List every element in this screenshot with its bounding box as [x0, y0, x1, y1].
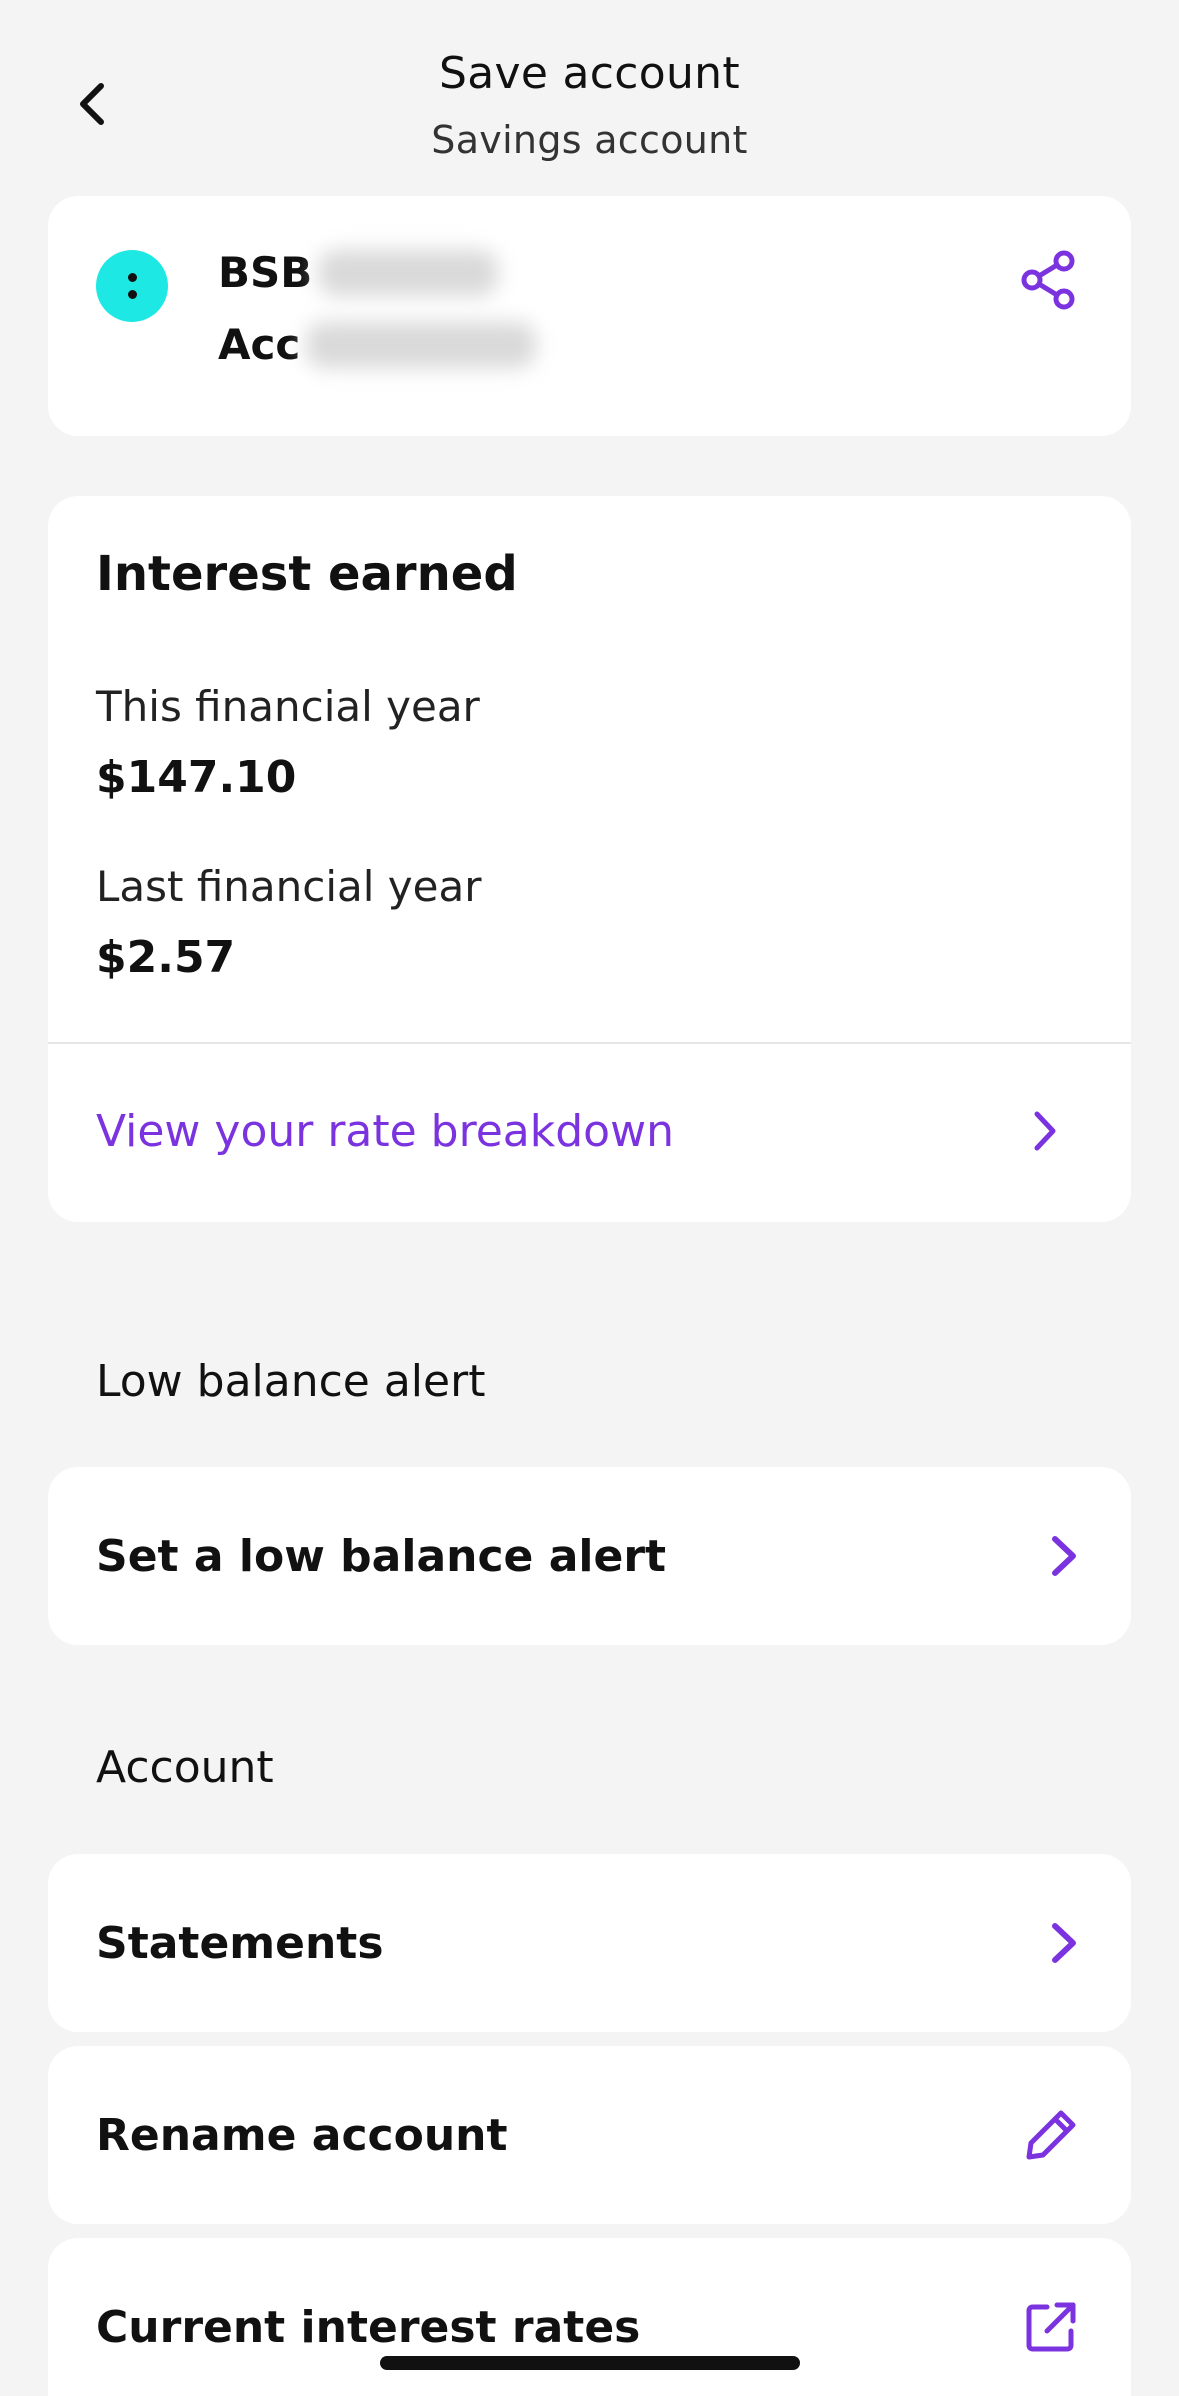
this-year-label: This financial year	[96, 682, 480, 731]
chevron-right-icon[interactable]	[1031, 1106, 1061, 1160]
current-interest-rates-row[interactable]: Current interest rates	[48, 2238, 1131, 2396]
this-year-value: $147.10	[96, 752, 297, 803]
statements-row[interactable]: Statements	[48, 1854, 1131, 2032]
chevron-right-icon	[1047, 1854, 1081, 2032]
share-button[interactable]	[1017, 248, 1081, 312]
bsb-line: BSB	[218, 248, 499, 297]
chevron-right-icon	[1047, 1467, 1081, 1645]
bsb-redacted	[318, 249, 499, 296]
share-icon	[1021, 250, 1075, 310]
save-account-screen: Save account Savings account BSB Acc Int	[0, 0, 1179, 2396]
bank-logo-icon	[96, 250, 168, 322]
bsb-label: BSB	[218, 248, 313, 297]
account-label: Acc	[218, 320, 301, 369]
low-balance-alert-row[interactable]: Set a low balance alert	[48, 1467, 1131, 1645]
rename-account-label: Rename account	[96, 2109, 508, 2161]
current-interest-rates-label: Current interest rates	[96, 2301, 641, 2353]
page-title: Save account	[439, 48, 740, 99]
page-subtitle: Savings account	[431, 118, 748, 162]
account-details-card: BSB Acc	[48, 196, 1131, 436]
account-number-redacted	[306, 321, 537, 368]
header: Save account Savings account	[0, 0, 1179, 190]
home-indicator	[380, 2356, 800, 2370]
low-balance-section-label: Low balance alert	[96, 1356, 486, 1407]
interest-title: Interest earned	[96, 546, 518, 602]
low-balance-alert-label: Set a low balance alert	[96, 1530, 667, 1582]
divider	[48, 1042, 1131, 1044]
rename-account-row[interactable]: Rename account	[48, 2046, 1131, 2224]
account-number-line: Acc	[218, 320, 537, 369]
statements-label: Statements	[96, 1917, 384, 1969]
account-section-label: Account	[96, 1742, 274, 1793]
last-year-value: $2.57	[96, 932, 236, 983]
last-year-label: Last financial year	[96, 862, 482, 911]
interest-earned-card: Interest earned This financial year $147…	[48, 496, 1131, 1222]
external-link-icon	[1021, 2238, 1081, 2396]
rate-breakdown-link[interactable]: View your rate breakdown	[96, 1106, 674, 1157]
pencil-icon	[1021, 2046, 1081, 2224]
